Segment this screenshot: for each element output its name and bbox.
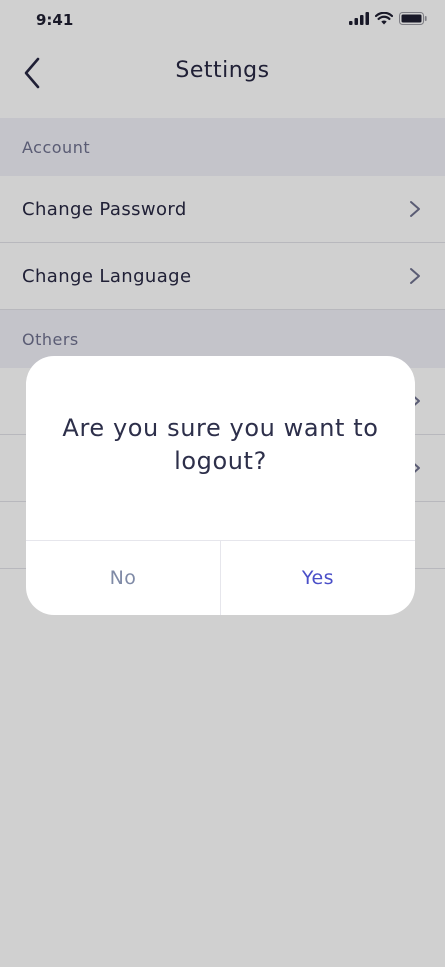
logout-dialog: Are you sure you want to logout? No Yes [26, 356, 415, 615]
yes-button[interactable]: Yes [221, 541, 415, 615]
dialog-message: Are you sure you want to logout? [62, 414, 379, 475]
no-button[interactable]: No [26, 541, 220, 615]
settings-screen: 9:41 Settings Account Change Password Ch… [0, 0, 445, 967]
